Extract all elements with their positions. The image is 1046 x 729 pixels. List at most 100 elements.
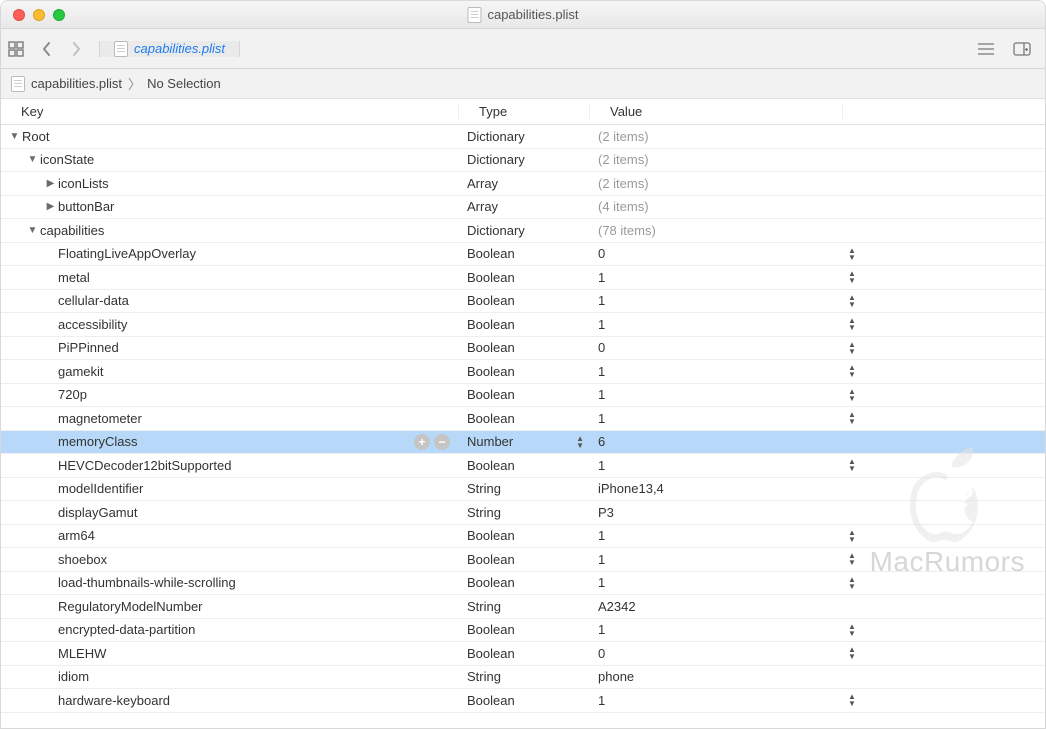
type-text: Dictionary: [467, 152, 525, 167]
table-row[interactable]: ▶HEVCDecoder12bitSupportedBoolean1▲▼: [1, 454, 1045, 478]
type-text: Boolean: [467, 646, 515, 661]
value-stepper[interactable]: ▲▼: [843, 646, 861, 660]
table-row[interactable]: ▶memoryClass+−Number▲▼6: [1, 431, 1045, 455]
value-text: 1: [598, 411, 605, 426]
value-stepper[interactable]: ▲▼: [843, 411, 861, 425]
minimize-icon[interactable]: [33, 9, 45, 21]
table-row[interactable]: ▶displayGamutStringP3: [1, 501, 1045, 525]
type-text: Number: [467, 434, 513, 449]
value-stepper[interactable]: ▲▼: [843, 364, 861, 378]
table-row[interactable]: ▶RegulatoryModelNumberStringA2342: [1, 595, 1045, 619]
value-text: iPhone13,4: [598, 481, 664, 496]
table-row[interactable]: ▶cellular-dataBoolean1▲▼: [1, 290, 1045, 314]
type-text: Boolean: [467, 411, 515, 426]
chevron-down-icon[interactable]: ▼: [9, 131, 20, 142]
value-stepper[interactable]: ▲▼: [843, 458, 861, 472]
stepper-slot: ▲▼: [843, 646, 861, 660]
table-row[interactable]: ▼RootDictionary(2 items): [1, 125, 1045, 149]
key-text: PiPPinned: [58, 340, 119, 355]
chevron-down-icon[interactable]: ▼: [27, 225, 38, 236]
table-row[interactable]: ▶shoeboxBoolean1▲▼: [1, 548, 1045, 572]
table-row[interactable]: ▶magnetometerBoolean1▲▼: [1, 407, 1045, 431]
remove-row-button[interactable]: −: [434, 434, 450, 450]
key-text: MLEHW: [58, 646, 106, 661]
stepper-slot: ▲▼: [843, 623, 861, 637]
close-icon[interactable]: [13, 9, 25, 21]
value-text: 1: [598, 364, 605, 379]
type-text: Boolean: [467, 340, 515, 355]
table-row[interactable]: ▼capabilitiesDictionary(78 items): [1, 219, 1045, 243]
breadcrumb-selection[interactable]: No Selection: [147, 76, 221, 91]
value-text: 1: [598, 270, 605, 285]
key-text: hardware-keyboard: [58, 693, 170, 708]
table-row[interactable]: ▶FloatingLiveAppOverlayBoolean0▲▼: [1, 243, 1045, 267]
stepper-slot: ▲▼: [843, 411, 861, 425]
type-text: Array: [467, 176, 498, 191]
table-row[interactable]: ▶encrypted-data-partitionBoolean1▲▼: [1, 619, 1045, 643]
value-text: (2 items): [598, 176, 649, 191]
value-text: 1: [598, 552, 605, 567]
value-stepper[interactable]: ▲▼: [843, 341, 861, 355]
value-stepper[interactable]: ▲▼: [843, 270, 861, 284]
table-row[interactable]: ▶iconListsArray(2 items): [1, 172, 1045, 196]
stepper-slot: ▲▼: [843, 294, 861, 308]
related-items-button[interactable]: [1, 29, 31, 69]
table-row[interactable]: ▶metalBoolean1▲▼: [1, 266, 1045, 290]
value-stepper[interactable]: ▲▼: [843, 693, 861, 707]
value-text: phone: [598, 669, 634, 684]
stepper-slot: ▲▼: [843, 552, 861, 566]
column-header-key[interactable]: Key: [1, 104, 459, 119]
maximize-icon[interactable]: [53, 9, 65, 21]
table-row[interactable]: ▼iconStateDictionary(2 items): [1, 149, 1045, 173]
table-row[interactable]: ▶MLEHWBoolean0▲▼: [1, 642, 1045, 666]
add-row-button[interactable]: +: [414, 434, 430, 450]
nav-back-button[interactable]: [31, 29, 61, 69]
value-text: 6: [598, 434, 605, 449]
table-row[interactable]: ▶load-thumbnails-while-scrollingBoolean1…: [1, 572, 1045, 596]
type-text: Dictionary: [467, 129, 525, 144]
table-row[interactable]: ▶buttonBarArray(4 items): [1, 196, 1045, 220]
value-stepper[interactable]: ▲▼: [843, 294, 861, 308]
type-stepper[interactable]: ▲▼: [576, 435, 584, 449]
column-header-value[interactable]: Value: [590, 104, 843, 119]
value-stepper[interactable]: ▲▼: [843, 388, 861, 402]
add-editor-button[interactable]: [1005, 29, 1039, 69]
column-header-type[interactable]: Type: [459, 104, 590, 119]
tab-capabilities-plist[interactable]: capabilities.plist: [99, 41, 240, 57]
chevron-down-icon[interactable]: ▼: [27, 154, 38, 165]
window-title-text: capabilities.plist: [487, 7, 578, 22]
value-stepper[interactable]: ▲▼: [843, 552, 861, 566]
value-text: 0: [598, 340, 605, 355]
value-stepper[interactable]: ▲▼: [843, 623, 861, 637]
stepper-slot: ▲▼: [843, 576, 861, 590]
key-text: load-thumbnails-while-scrolling: [58, 575, 236, 590]
value-stepper[interactable]: ▲▼: [843, 317, 861, 331]
table-row[interactable]: ▶modelIdentifierStringiPhone13,4: [1, 478, 1045, 502]
adjust-editor-button[interactable]: [969, 29, 1003, 69]
value-text: (4 items): [598, 199, 649, 214]
key-text: capabilities: [40, 223, 104, 238]
table-row[interactable]: ▶hardware-keyboardBoolean1▲▼: [1, 689, 1045, 713]
value-stepper[interactable]: ▲▼: [843, 529, 861, 543]
key-text: arm64: [58, 528, 95, 543]
value-stepper[interactable]: ▲▼: [843, 247, 861, 261]
type-text: Boolean: [467, 552, 515, 567]
value-text: (2 items): [598, 129, 649, 144]
table-row[interactable]: ▶arm64Boolean1▲▼: [1, 525, 1045, 549]
key-text: idiom: [58, 669, 89, 684]
chevron-right-icon[interactable]: ▶: [45, 178, 56, 189]
value-text: 0: [598, 646, 605, 661]
table-row[interactable]: ▶idiomStringphone: [1, 666, 1045, 690]
chevron-right-icon[interactable]: ▶: [45, 201, 56, 212]
nav-forward-button[interactable]: [61, 29, 91, 69]
key-text: FloatingLiveAppOverlay: [58, 246, 196, 261]
value-stepper[interactable]: ▲▼: [843, 576, 861, 590]
table-row[interactable]: ▶accessibilityBoolean1▲▼: [1, 313, 1045, 337]
type-text: Boolean: [467, 458, 515, 473]
key-text: buttonBar: [58, 199, 114, 214]
table-row[interactable]: ▶720pBoolean1▲▼: [1, 384, 1045, 408]
breadcrumb-file[interactable]: capabilities.plist: [31, 76, 122, 91]
table-row[interactable]: ▶gamekitBoolean1▲▼: [1, 360, 1045, 384]
value-text: 1: [598, 575, 605, 590]
table-row[interactable]: ▶PiPPinnedBoolean0▲▼: [1, 337, 1045, 361]
